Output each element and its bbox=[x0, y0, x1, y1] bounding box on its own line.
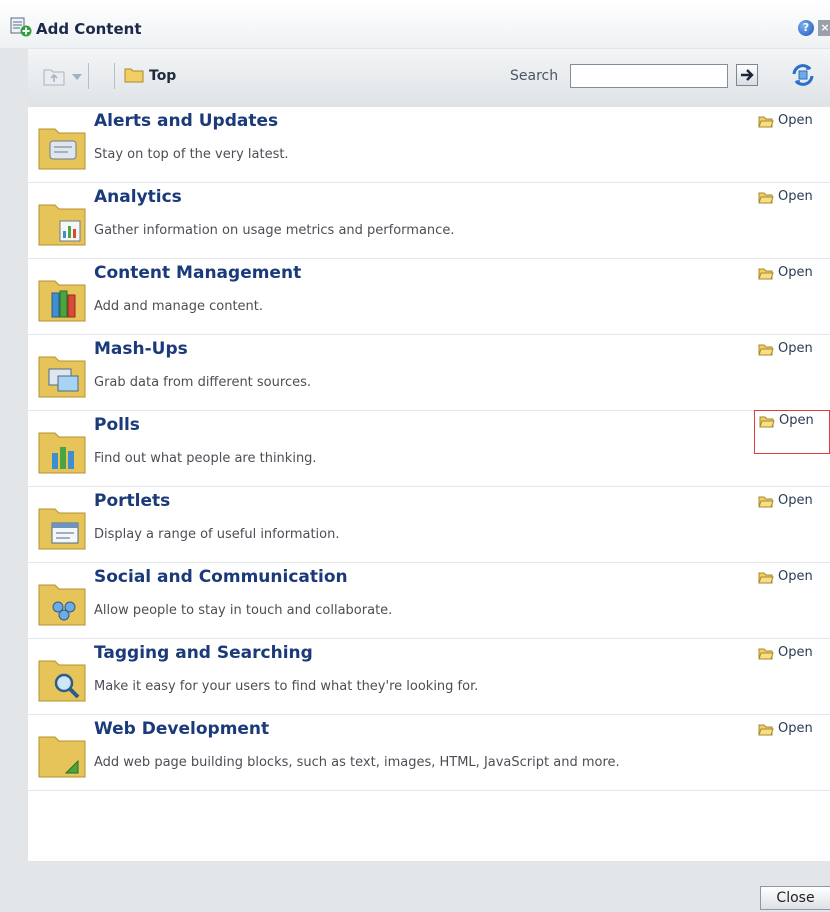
category-row-mashups: Mash-Ups Grab data from different source… bbox=[28, 335, 830, 411]
category-description: Stay on top of the very latest. bbox=[94, 147, 289, 162]
category-description: Gather information on usage metrics and … bbox=[94, 223, 455, 238]
category-title[interactable]: Mash-Ups bbox=[94, 339, 188, 359]
search-input[interactable] bbox=[570, 64, 728, 88]
folder-analytics-icon bbox=[38, 204, 86, 246]
folder-content-management-icon bbox=[38, 280, 86, 322]
open-label: Open bbox=[778, 721, 813, 736]
dialog-footer: Close bbox=[0, 880, 830, 912]
open-button[interactable]: Open bbox=[754, 410, 830, 454]
open-button[interactable]: Open bbox=[754, 187, 828, 209]
folder-mashups-icon bbox=[38, 356, 86, 398]
dialog-titlebar: Add Content ? × bbox=[0, 0, 830, 48]
open-folder-icon bbox=[758, 116, 774, 128]
open-folder-icon bbox=[758, 344, 774, 356]
category-description: Add web page building blocks, such as te… bbox=[94, 755, 620, 770]
folder-icon bbox=[124, 68, 144, 83]
category-title[interactable]: Alerts and Updates bbox=[94, 111, 278, 131]
close-button[interactable]: Close bbox=[760, 886, 830, 910]
open-label: Open bbox=[778, 569, 813, 584]
category-list: Alerts and Updates Stay on top of the ve… bbox=[28, 107, 830, 861]
category-row-alerts: Alerts and Updates Stay on top of the ve… bbox=[28, 107, 830, 183]
open-folder-icon bbox=[758, 572, 774, 584]
category-title[interactable]: Social and Communication bbox=[94, 567, 348, 587]
category-title[interactable]: Tagging and Searching bbox=[94, 643, 313, 663]
open-folder-icon bbox=[758, 496, 774, 508]
help-icon[interactable]: ? bbox=[798, 20, 814, 36]
toolbar-divider bbox=[88, 63, 89, 89]
category-title[interactable]: Web Development bbox=[94, 719, 269, 739]
open-folder-icon bbox=[758, 192, 774, 204]
add-content-icon bbox=[10, 17, 32, 37]
folder-portlets-icon bbox=[38, 508, 86, 550]
open-button[interactable]: Open bbox=[754, 263, 828, 285]
folder-web-development-icon bbox=[38, 736, 86, 778]
category-row-portlets: Portlets Display a range of useful infor… bbox=[28, 487, 830, 563]
open-folder-icon bbox=[758, 268, 774, 280]
folder-search-icon bbox=[38, 660, 86, 702]
category-title[interactable]: Polls bbox=[94, 415, 140, 435]
open-button[interactable]: Open bbox=[754, 339, 828, 361]
folder-social-icon bbox=[38, 584, 86, 626]
dialog-title: Add Content bbox=[36, 20, 142, 38]
category-row-analytics: Analytics Gather information on usage me… bbox=[28, 183, 830, 259]
category-title[interactable]: Portlets bbox=[94, 491, 170, 511]
category-description: Grab data from different sources. bbox=[94, 375, 311, 390]
toolbar-divider bbox=[114, 63, 115, 89]
folder-polls-icon bbox=[38, 432, 86, 474]
category-description: Find out what people are thinking. bbox=[94, 451, 317, 466]
open-label: Open bbox=[778, 113, 813, 128]
arrow-right-icon bbox=[741, 69, 754, 81]
open-label: Open bbox=[778, 493, 813, 508]
close-icon[interactable]: × bbox=[818, 20, 830, 36]
open-button[interactable]: Open bbox=[754, 719, 828, 741]
open-label: Open bbox=[778, 189, 813, 204]
category-row-tagging-searching: Tagging and Searching Make it easy for y… bbox=[28, 639, 830, 715]
category-description: Add and manage content. bbox=[94, 299, 264, 314]
category-row-social: Social and Communication Allow people to… bbox=[28, 563, 830, 639]
open-label: Open bbox=[779, 413, 814, 428]
open-button[interactable]: Open bbox=[754, 491, 828, 513]
category-row-polls: Polls Find out what people are thinking.… bbox=[28, 410, 830, 487]
open-folder-icon bbox=[758, 724, 774, 736]
folder-up-icon[interactable] bbox=[42, 65, 66, 87]
chevron-down-icon[interactable] bbox=[72, 74, 82, 80]
folder-alerts-icon bbox=[38, 128, 86, 170]
open-folder-icon bbox=[758, 648, 774, 660]
category-description: Make it easy for your users to find what… bbox=[94, 679, 479, 694]
open-button[interactable]: Open bbox=[754, 567, 828, 589]
open-folder-icon bbox=[759, 416, 775, 428]
open-label: Open bbox=[778, 645, 813, 660]
add-content-dialog: Add Content ? × Top Search Alerts and Up… bbox=[0, 0, 830, 912]
refresh-icon[interactable] bbox=[790, 62, 816, 88]
category-description: Display a range of useful information. bbox=[94, 527, 340, 542]
category-row-content-management: Content Management Add and manage conten… bbox=[28, 259, 830, 335]
toolbar: Top Search bbox=[28, 49, 830, 107]
search-label: Search bbox=[510, 68, 559, 84]
open-button[interactable]: Open bbox=[754, 643, 828, 665]
category-title[interactable]: Analytics bbox=[94, 187, 182, 207]
open-label: Open bbox=[778, 341, 813, 356]
search-go-button[interactable] bbox=[736, 64, 758, 86]
category-row-web-development: Web Development Add web page building bl… bbox=[28, 715, 830, 791]
open-button[interactable]: Open bbox=[754, 111, 828, 133]
category-title[interactable]: Content Management bbox=[94, 263, 301, 283]
category-description: Allow people to stay in touch and collab… bbox=[94, 603, 393, 618]
breadcrumb[interactable]: Top bbox=[149, 68, 176, 84]
open-label: Open bbox=[778, 265, 813, 280]
